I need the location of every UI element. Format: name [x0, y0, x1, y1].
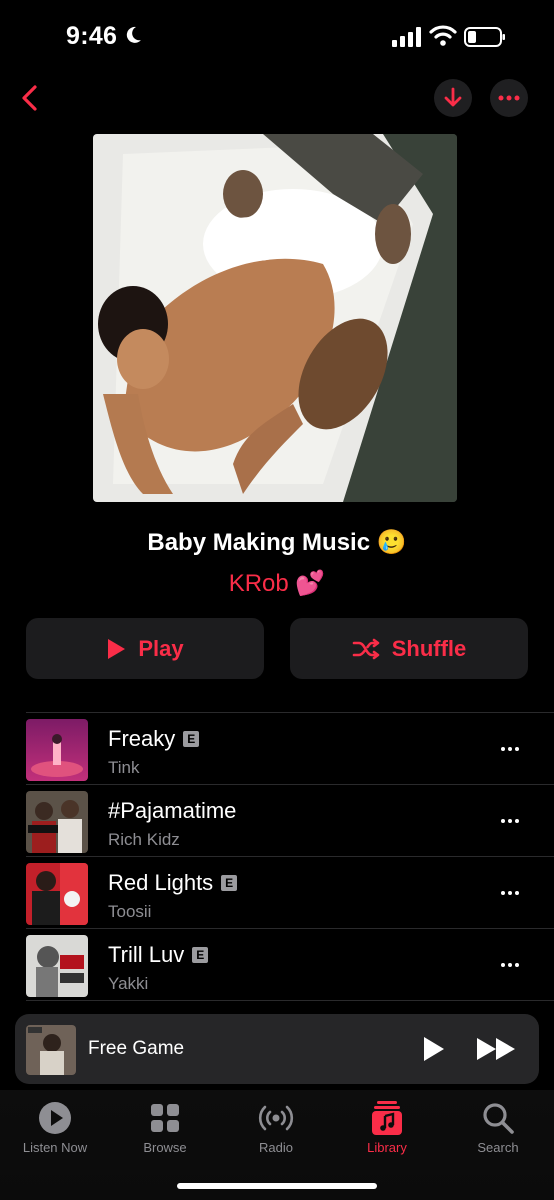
track-row[interactable]: Trill Luv E Yakki: [0, 929, 554, 1001]
tab-label: Browse: [143, 1140, 187, 1155]
skip-forward-icon[interactable]: [475, 1034, 519, 1064]
tab-radio[interactable]: Radio: [221, 1100, 331, 1155]
play-button-label: Play: [138, 635, 184, 661]
tab-search[interactable]: Search: [443, 1100, 553, 1155]
track-artist: Yakki: [108, 974, 149, 993]
track-artwork: [26, 935, 88, 997]
grid-icon: [151, 1104, 179, 1132]
home-indicator[interactable]: [177, 1183, 377, 1189]
track-artwork: [26, 791, 88, 853]
explicit-badge: E: [183, 731, 200, 747]
track-more-button[interactable]: [496, 809, 524, 833]
search-icon: [483, 1103, 514, 1134]
music-library-icon: [372, 1101, 402, 1135]
shuffle-button-label: Shuffle: [391, 635, 467, 661]
cellular-signal-icon: [392, 27, 421, 47]
playlist-artwork: [93, 134, 457, 502]
shuffle-icon: [352, 638, 380, 659]
mini-player[interactable]: Free Game: [15, 1014, 539, 1084]
explicit-badge: E: [221, 875, 238, 891]
status-bar: 9:46: [0, 0, 554, 70]
tab-label: Search: [477, 1140, 519, 1155]
track-artwork: [26, 863, 88, 925]
track-title: #Pajamatime: [108, 798, 237, 823]
wifi-icon: [429, 25, 457, 46]
back-button[interactable]: [10, 78, 50, 118]
download-icon: [444, 87, 462, 107]
shuffle-button[interactable]: Shuffle: [290, 618, 528, 679]
track-row[interactable]: Red Lights E Toosii: [0, 857, 554, 929]
track-more-button[interactable]: [496, 953, 524, 977]
tab-label: Listen Now: [22, 1140, 88, 1155]
tab-label: Library: [367, 1140, 407, 1155]
playlist-title: Baby Making Music 🥲: [147, 529, 407, 556]
track-row[interactable]: Freaky E Tink: [0, 713, 554, 785]
status-time: 9:46: [66, 22, 118, 50]
battery-icon: [464, 27, 505, 47]
play-button[interactable]: Play: [26, 618, 264, 679]
now-playing-title: Free Game: [88, 1038, 185, 1059]
track-artist: Rich Kidz: [108, 830, 180, 849]
tab-listen-now[interactable]: Listen Now: [0, 1100, 110, 1155]
track-title: Freaky: [108, 726, 176, 751]
track-more-button[interactable]: [496, 881, 524, 905]
now-playing-artwork: [26, 1025, 76, 1075]
track-row[interactable]: #Pajamatime Rich Kidz: [0, 785, 554, 857]
tab-library[interactable]: Library: [332, 1100, 442, 1155]
track-title: Trill Luv: [108, 942, 185, 967]
radio-waves-icon: [258, 1105, 294, 1131]
play-circle-icon: [39, 1102, 71, 1134]
explicit-badge: E: [192, 947, 209, 963]
track-more-button[interactable]: [496, 737, 524, 761]
tab-label: Radio: [259, 1140, 293, 1155]
playlist-curator-link[interactable]: KRob 💕: [0, 569, 554, 598]
track-artwork: [26, 719, 88, 781]
play-icon: [108, 638, 126, 659]
moon-icon: [126, 26, 141, 43]
ellipsis-icon: [498, 95, 520, 101]
track-artist: Toosii: [108, 902, 152, 921]
track-artist: Tink: [108, 758, 140, 777]
chevron-left-icon: [22, 85, 37, 111]
tab-browse[interactable]: Browse: [110, 1100, 220, 1155]
download-button[interactable]: [434, 79, 472, 117]
play-icon[interactable]: [417, 1034, 447, 1064]
more-options-button[interactable]: [490, 79, 528, 117]
track-title: Red Lights: [108, 870, 214, 895]
divider: [26, 1000, 554, 1001]
